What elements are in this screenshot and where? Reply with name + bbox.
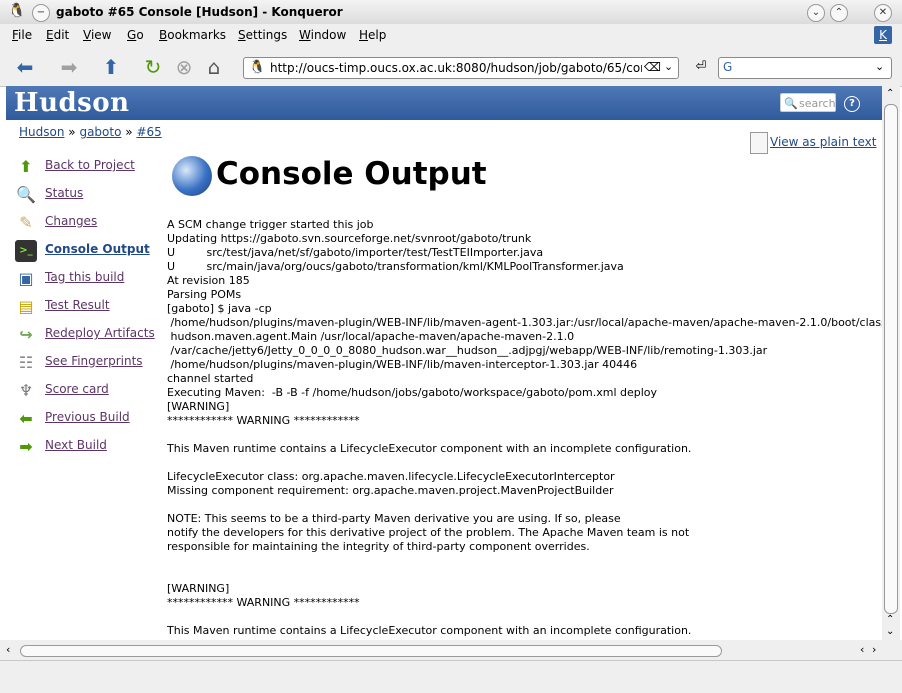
minimize-icon[interactable]: ⌄ <box>807 4 825 22</box>
scroll-left-icon[interactable]: ‹ <box>6 643 10 656</box>
sidebar-link[interactable]: Score card <box>45 382 109 396</box>
up-arrow-icon[interactable]: ⬆ <box>100 56 122 78</box>
nav-toolbar: ⬅ ➡ ⬆ ↻ ⊗ ⌂ 🐧 http://oucs-timp.oucs.ox.a… <box>0 46 902 87</box>
magnifier-icon: 🔍 <box>16 185 36 204</box>
menu-edit[interactable]: Edit <box>46 28 69 42</box>
kde-logo-icon: K <box>874 26 892 44</box>
menu-bookmarks[interactable]: Bookmarks <box>159 28 226 42</box>
web-search-box[interactable]: G ⌄ <box>718 57 892 79</box>
sidebar-item[interactable]: ♆ Score card <box>15 378 175 406</box>
address-bar[interactable]: 🐧 http://oucs-timp.oucs.ox.ac.uk:8080/hu… <box>243 57 679 79</box>
console-output-text: A SCM change trigger started this job Up… <box>167 218 882 637</box>
left-arrow-icon: ⬅ <box>19 409 33 428</box>
up-arrow-icon: ⬆ <box>19 157 33 176</box>
menu-bar: File Edit View Go Bookmarks Settings Win… <box>0 24 902 46</box>
sidebar-link[interactable]: Status <box>45 186 83 200</box>
menu-go[interactable]: Go <box>127 28 144 42</box>
menu-help[interactable]: Help <box>359 28 386 42</box>
sidebar-item[interactable]: ▤ Test Result <box>15 294 175 322</box>
horizontal-scroll-thumb[interactable] <box>20 645 722 657</box>
fingerprint-icon: ☷ <box>18 353 34 372</box>
search-placeholder: search <box>799 97 836 110</box>
forward-arrow-icon[interactable]: ➡ <box>58 56 80 78</box>
sidebar-item[interactable]: ▣ Tag this build <box>15 266 175 294</box>
sidebar-item[interactable]: >_ Console Output <box>15 238 175 266</box>
window-title: gaboto #65 Console [Hudson] - Konqueror <box>56 5 343 19</box>
breadcrumb-job[interactable]: gaboto <box>79 125 121 139</box>
sidebar-link[interactable]: Next Build <box>45 438 107 452</box>
search-dropdown-icon[interactable]: ⌄ <box>875 60 884 73</box>
right-arrow-icon: ➡ <box>19 437 33 456</box>
save-icon: ▣ <box>18 269 34 288</box>
notepad-icon: ✎ <box>19 213 33 232</box>
scroll-down-icon[interactable]: ⌄ <box>886 626 894 637</box>
vertical-scroll-thumb[interactable] <box>884 104 898 614</box>
menu-file[interactable]: File <box>12 28 32 42</box>
help-icon[interactable]: ? <box>844 96 860 112</box>
sidebar-link[interactable]: Console Output <box>45 242 150 256</box>
hudson-header: Hudson 🔍 search ? <box>6 86 882 120</box>
menu-window[interactable]: Window <box>299 28 346 42</box>
sidebar-link[interactable]: Tag this build <box>45 270 124 284</box>
view-plain-text-link[interactable]: View as plain text <box>770 135 876 149</box>
breadcrumb-sep: » <box>68 125 76 139</box>
vertical-scrollbar[interactable]: ⌃ ⌃ ⌄ <box>882 86 900 640</box>
breadcrumb-build[interactable]: #65 <box>136 125 161 139</box>
sidebar-link[interactable]: See Fingerprints <box>45 354 143 368</box>
sidebar-item[interactable]: ⬆ Back to Project <box>15 154 175 182</box>
sidebar-link[interactable]: Redeploy Artifacts <box>45 326 155 340</box>
search-icon: 🔍 <box>784 97 798 110</box>
menu-settings[interactable]: Settings <box>238 28 287 42</box>
back-arrow-icon[interactable]: ⬅ <box>14 56 36 78</box>
reload-icon[interactable]: ↻ <box>142 56 164 78</box>
window-titlebar: 🐧 − gaboto #65 Console [Hudson] - Konque… <box>0 0 902 25</box>
stop-icon[interactable]: ⊗ <box>173 56 195 78</box>
sidebar-link[interactable]: Previous Build <box>45 410 130 424</box>
sidebar-link[interactable]: Changes <box>45 214 97 228</box>
hudson-search-input[interactable]: 🔍 search <box>780 93 836 112</box>
build-status-ball-icon <box>172 156 212 196</box>
app-menu-icon[interactable]: 🐧 <box>8 4 25 20</box>
sidebar-item[interactable]: ➡ Next Build <box>15 434 175 462</box>
sidebar-item[interactable]: 🔍 Status <box>15 182 175 210</box>
horizontal-scrollbar[interactable]: ‹ ‹ › <box>0 640 902 660</box>
breadcrumb-sep: » <box>125 125 133 139</box>
scroll-right-icon[interactable]: › <box>872 643 876 656</box>
sidebar-link[interactable]: Test Result <box>45 298 110 312</box>
hudson-logo[interactable]: Hudson <box>14 88 130 118</box>
home-icon[interactable]: ⌂ <box>203 56 225 78</box>
scroll-left-icon[interactable]: ‹ <box>860 643 864 656</box>
sidebar-item[interactable]: ☷ See Fingerprints <box>15 350 175 378</box>
url-dropdown-icon[interactable]: ⌄ <box>664 60 673 73</box>
clear-url-icon[interactable]: ⌫ <box>644 60 661 74</box>
joystick-icon: ♆ <box>18 381 34 400</box>
sidebar-link[interactable]: Back to Project <box>45 158 135 172</box>
page-title: Console Output <box>216 156 487 192</box>
address-url[interactable]: http://oucs-timp.oucs.ox.ac.uk:8080/huds… <box>270 61 642 75</box>
search-engine-icon[interactable]: G <box>723 60 732 74</box>
go-icon[interactable]: ⏎ <box>690 56 712 78</box>
terminal-icon: >_ <box>15 240 37 262</box>
breadcrumb: Hudson » gaboto » #65 <box>19 125 162 139</box>
clipboard-icon: ▤ <box>18 297 34 316</box>
sidebar-item[interactable]: ↪ Redeploy Artifacts <box>15 322 175 350</box>
sidebar: ⬆ Back to Project 🔍 Status ✎ Changes >_ Console… <box>15 154 175 462</box>
window-menu-icon[interactable]: − <box>32 4 50 22</box>
menu-view[interactable]: View <box>83 28 111 42</box>
status-bar <box>0 660 902 693</box>
document-icon <box>750 132 768 154</box>
redeploy-arrow-icon: ↪ <box>19 325 33 344</box>
close-icon[interactable]: ✕ <box>874 4 892 22</box>
sidebar-item[interactable]: ✎ Changes <box>15 210 175 238</box>
scroll-up-icon[interactable]: ⌃ <box>886 88 894 99</box>
scroll-up-icon[interactable]: ⌃ <box>886 614 894 625</box>
maximize-icon[interactable]: ⌃ <box>830 4 848 22</box>
page-content: Hudson » gaboto » #65 ⬆ Back to Project 🔍 S… <box>6 120 882 640</box>
site-favicon-icon: 🐧 <box>249 60 266 75</box>
sidebar-item[interactable]: ⬅ Previous Build <box>15 406 175 434</box>
breadcrumb-hudson[interactable]: Hudson <box>19 125 64 139</box>
